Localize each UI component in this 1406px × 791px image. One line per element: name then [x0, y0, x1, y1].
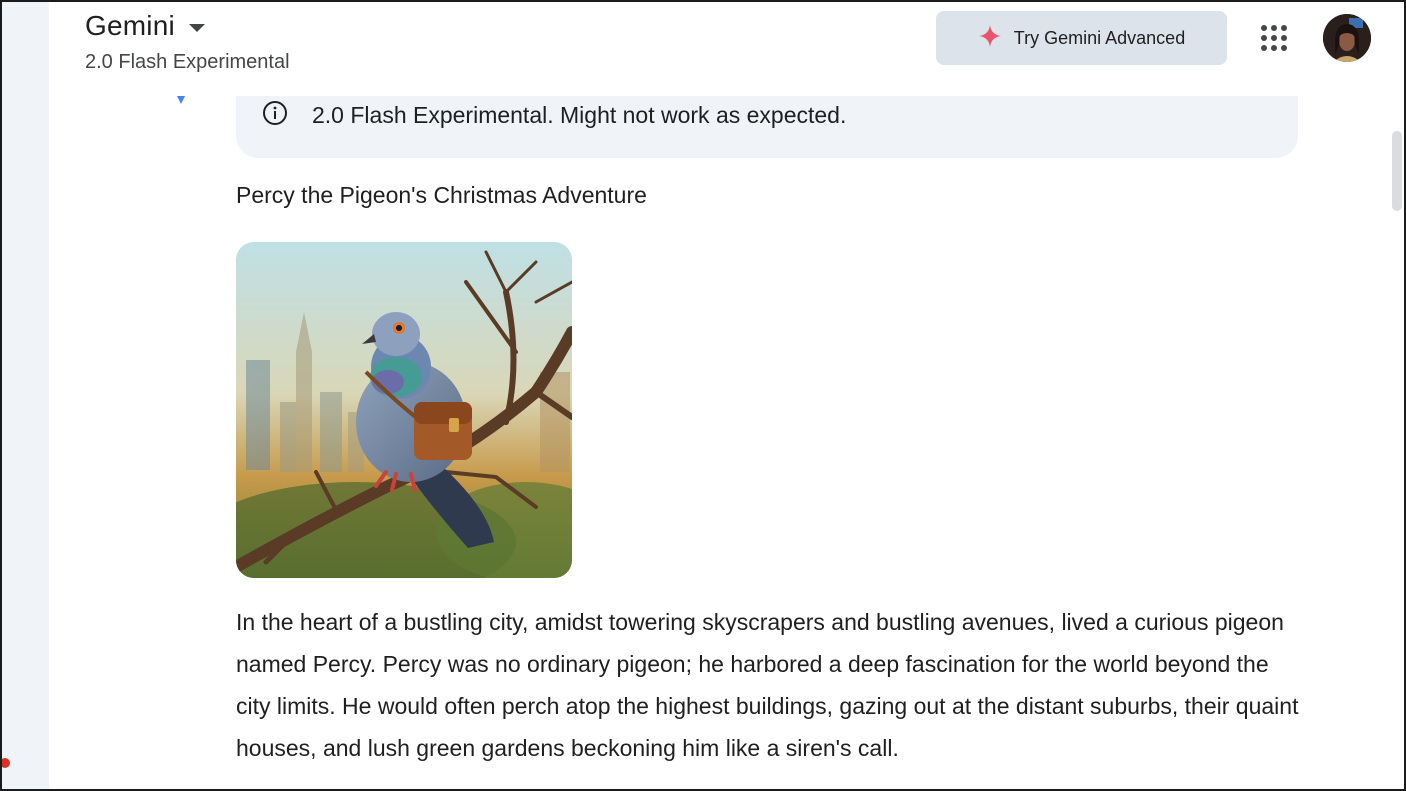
banner-text: 2.0 Flash Experimental. Might not work a…	[312, 102, 847, 128]
side-rail	[0, 0, 49, 791]
info-icon	[262, 100, 288, 131]
pigeon-illustration[interactable]	[236, 242, 572, 578]
try-gemini-advanced-label: Try Gemini Advanced	[1013, 27, 1186, 48]
apps-grid-icon[interactable]	[1261, 25, 1287, 51]
model-name: 2.0 Flash Experimental	[85, 51, 290, 73]
story-paragraph: In the heart of a bustling city, amidst …	[236, 609, 1299, 761]
app-title: Gemini	[85, 10, 175, 41]
user-avatar[interactable]	[1323, 14, 1371, 62]
scrollbar-thumb[interactable]	[1392, 131, 1402, 211]
notification-dot	[0, 758, 10, 768]
response-caret-icon	[177, 96, 185, 104]
story-title: Percy the Pigeon's Christmas Adventure	[236, 182, 647, 208]
chevron-down-icon	[188, 24, 205, 32]
model-switcher[interactable]: Gemini	[85, 10, 205, 42]
sparkle-icon	[978, 24, 1002, 53]
top-header: Gemini 2.0 Flash Experimental Try Gemini…	[49, 0, 1406, 96]
try-gemini-advanced-button[interactable]: Try Gemini Advanced	[936, 11, 1227, 65]
